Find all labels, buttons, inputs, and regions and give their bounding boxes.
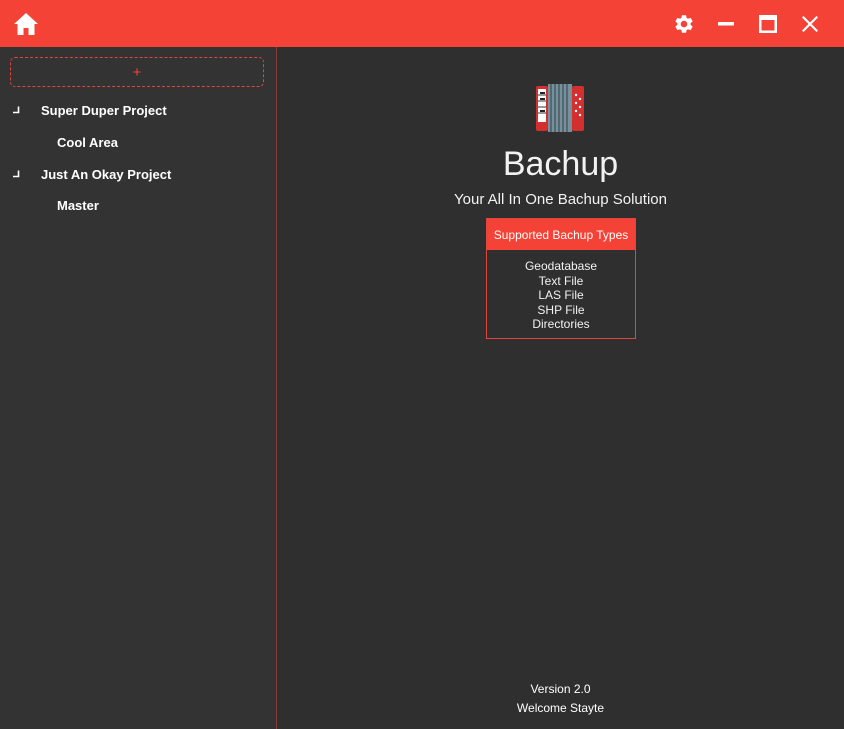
- close-icon: [802, 16, 818, 32]
- maximize-icon: [759, 15, 777, 33]
- supported-type-item: Geodatabase: [524, 259, 598, 273]
- app-title: Bachup: [502, 145, 619, 183]
- supported-type-item: SHP File: [537, 302, 585, 317]
- gear-icon: [675, 15, 693, 33]
- main-content: Bachup Your All In One Bachup Solution S…: [277, 47, 844, 729]
- supported-type-item: Directories: [532, 317, 590, 331]
- project-sidebar: + Super Duper Project Cool Area Just An …: [0, 47, 277, 729]
- maximize-button[interactable]: [755, 11, 781, 37]
- footer: Version 2.0 Welcome Stayte: [277, 680, 844, 718]
- close-button[interactable]: [797, 11, 823, 37]
- tree-collapse-icon[interactable]: [12, 106, 20, 114]
- supported-type-item: Text File: [538, 273, 584, 288]
- version-label: Version 2.0: [530, 682, 591, 696]
- accordion-icon: [536, 84, 584, 132]
- supported-types-header: Supported Bachup Types: [487, 219, 635, 250]
- welcome-label: Welcome Stayte: [516, 701, 605, 715]
- area-item[interactable]: Master: [57, 198, 99, 213]
- app-tagline: Your All In One Bachup Solution: [454, 191, 667, 208]
- supported-types-panel: Supported Bachup Types Geodatabase Text …: [486, 218, 636, 339]
- home-icon: [14, 13, 38, 35]
- add-project-button[interactable]: +: [10, 57, 264, 87]
- minimize-button[interactable]: [713, 11, 739, 37]
- title-bar: [0, 0, 844, 47]
- project-item[interactable]: Super Duper Project: [41, 103, 167, 118]
- minimize-icon: [718, 22, 734, 26]
- tree-collapse-icon[interactable]: [12, 170, 20, 178]
- supported-types-list: Geodatabase Text File LAS File SHP File …: [487, 250, 635, 332]
- supported-type-item: LAS File: [538, 288, 584, 302]
- home-button[interactable]: [12, 11, 40, 37]
- project-item[interactable]: Just An Okay Project: [41, 167, 171, 182]
- area-item[interactable]: Cool Area: [57, 135, 118, 150]
- settings-button[interactable]: [671, 11, 697, 37]
